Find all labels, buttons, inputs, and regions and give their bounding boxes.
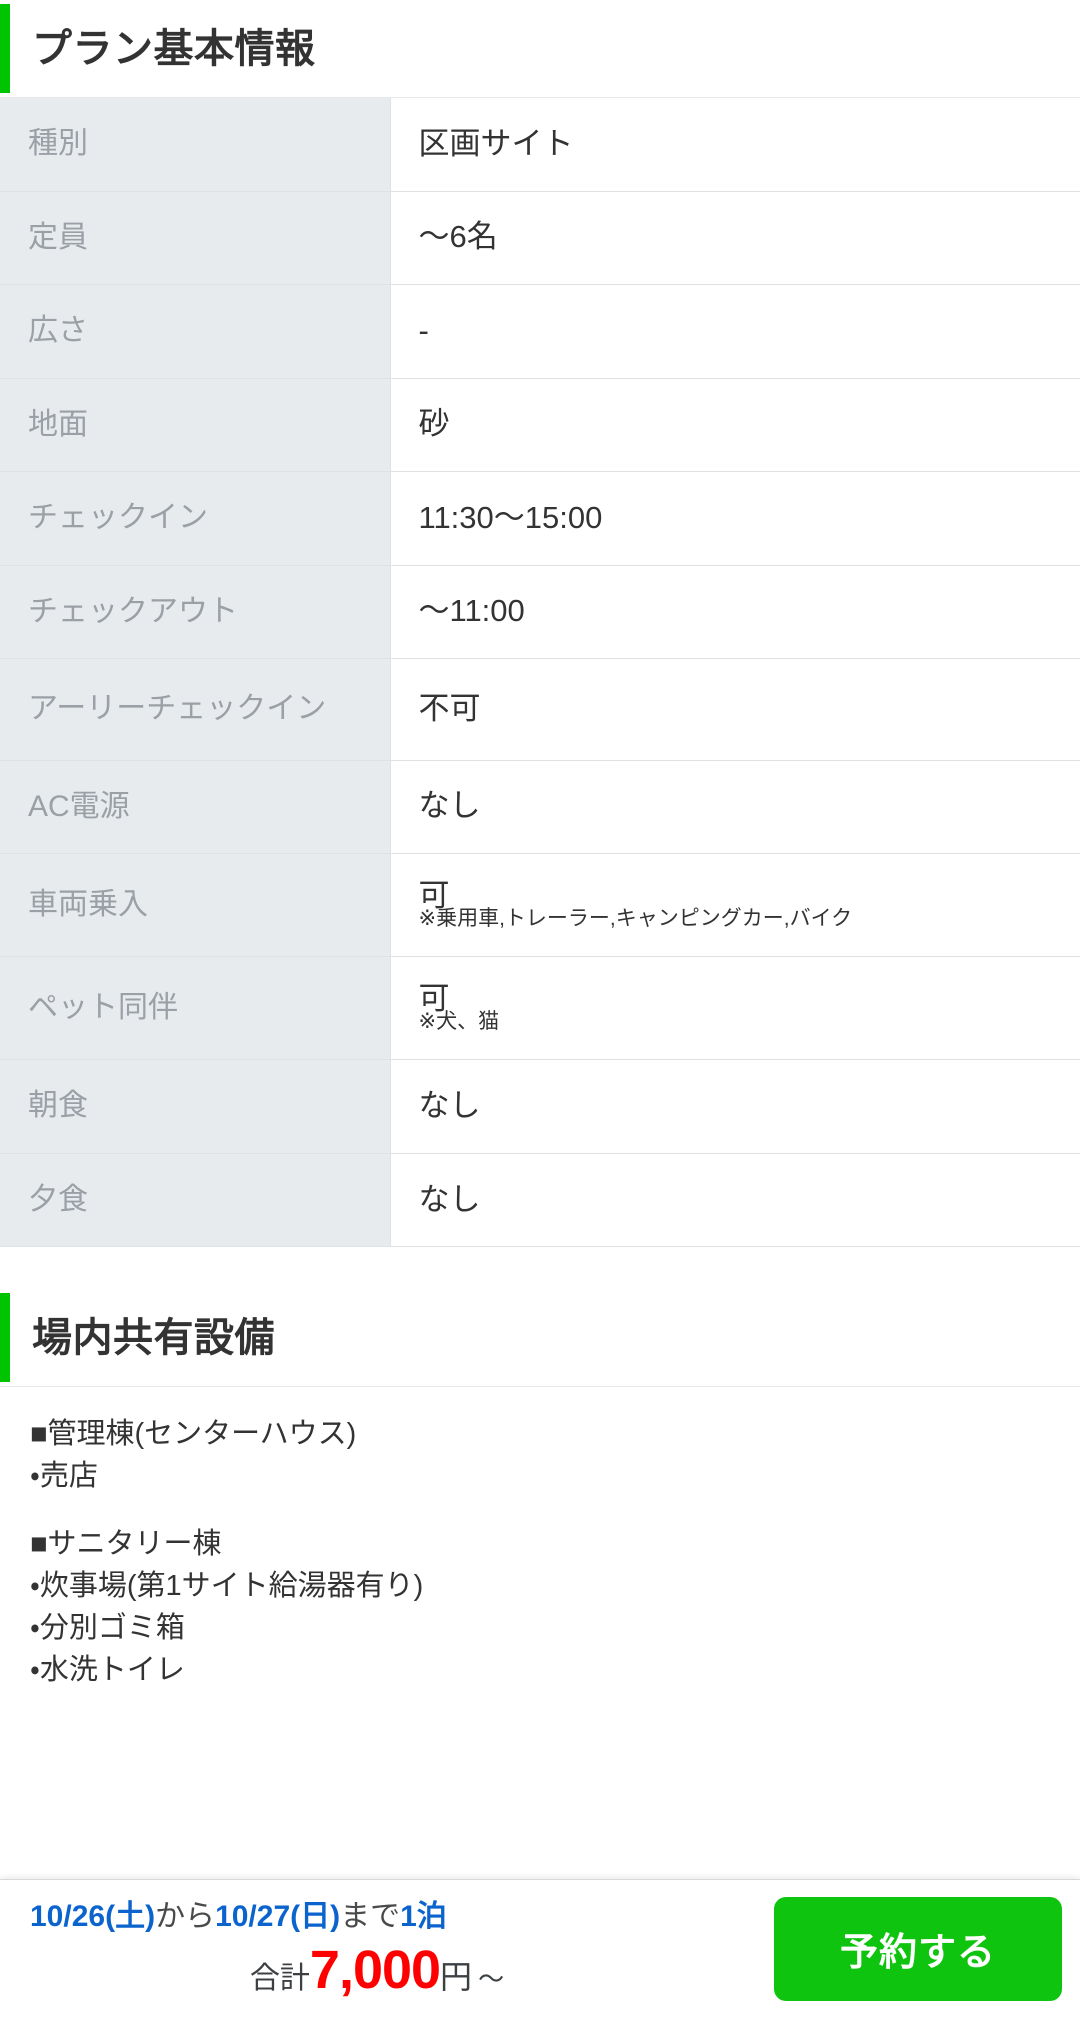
facility-group: ■サニタリー棟 ・炊事場(第1サイト給湯器有り) ・分別ゴミ箱 ・水洗トイレ <box>30 1523 1050 1691</box>
approx-symbol: 〜 <box>478 1964 505 1994</box>
reserve-button[interactable]: 予約する <box>774 1896 1062 2001</box>
vehicle-entry-note: ※乗用車,トレーラー,キャンピングカー,バイク <box>418 907 853 930</box>
list-item: ・分別ゴミ箱 <box>30 1612 185 1645</box>
spec-label-ac-power: AC電源 <box>0 760 391 854</box>
total-amount: 7,000 <box>309 1940 441 2000</box>
spec-value-size: - <box>390 284 1080 378</box>
spec-label-pets: ペット同伴 <box>0 956 391 1060</box>
spec-label-type: 種別 <box>0 98 391 191</box>
facility-group-title: ■サニタリー棟 <box>30 1528 222 1561</box>
spec-value-early-checkin: 不可 <box>390 658 1080 760</box>
facility-section-header: 場内共有設備 <box>0 1289 1080 1388</box>
plan-info-section-header: プラン基本情報 <box>0 0 1080 98</box>
table-row: 種別 区画サイト <box>0 98 1080 191</box>
table-row: 広さ - <box>0 284 1080 378</box>
table-row: 定員 〜6名 <box>0 191 1080 285</box>
total-label: 合計 <box>249 1962 310 1995</box>
spec-label-dinner: 夕食 <box>0 1153 391 1247</box>
list-item: ・売店 <box>30 1460 98 1493</box>
table-row: チェックアウト 〜11:00 <box>0 565 1080 659</box>
spec-value-dinner: なし <box>390 1153 1080 1247</box>
plan-info-heading: プラン基本情報 <box>32 26 316 71</box>
green-accent-bar <box>0 1293 10 1383</box>
total-price: 合計7,000円〜 <box>30 1943 764 1997</box>
spec-value-checkin: 11:30〜15:00 <box>390 471 1080 565</box>
list-item: ・水洗トイレ <box>30 1654 185 1687</box>
spec-value-ground: 砂 <box>390 378 1080 472</box>
checkin-date: 10/26(土) <box>30 1900 156 1933</box>
table-row: アーリーチェックイン 不可 <box>0 658 1080 760</box>
spec-value-checkout: 〜11:00 <box>390 565 1080 659</box>
spec-value-ac-power: なし <box>390 760 1080 854</box>
facility-list: ■管理棟(センターハウス) ・売店 ■サニタリー棟 ・炊事場(第1サイト給湯器有… <box>0 1387 1080 1691</box>
pets-note: ※犬、猫 <box>418 1010 500 1034</box>
spec-label-checkin: チェックイン <box>0 471 391 565</box>
section-divider-gap <box>0 1247 1080 1290</box>
facility-group-title: ■管理棟(センターハウス) <box>30 1418 357 1451</box>
facility-heading: 場内共有設備 <box>32 1315 275 1360</box>
table-row: AC電源 なし <box>0 760 1080 854</box>
spec-value-breakfast: なし <box>390 1059 1080 1154</box>
spec-value-pets: 可 ※犬、猫 <box>390 956 1080 1060</box>
green-accent-bar <box>0 4 10 93</box>
table-row: 地面 砂 <box>0 378 1080 472</box>
spec-label-size: 広さ <box>0 284 391 378</box>
spec-label-capacity: 定員 <box>0 191 391 285</box>
spec-label-ground: 地面 <box>0 378 391 472</box>
plan-detail-page: プラン基本情報 種別 区画サイト 定員 〜6名 広さ - 地面 砂 チェックイン… <box>0 0 1080 2017</box>
table-row: 夕食 なし <box>0 1153 1080 1247</box>
spec-label-breakfast: 朝食 <box>0 1059 391 1154</box>
booking-bar: 10/26(土)から10/27(日)まで1泊 合計7,000円〜 予約する <box>0 1879 1080 2017</box>
currency-unit: 円 <box>440 1959 473 1995</box>
booking-summary: 10/26(土)から10/27(日)まで1泊 合計7,000円〜 <box>0 1900 774 1997</box>
table-row: 朝食 なし <box>0 1059 1080 1154</box>
nights-count: 1泊 <box>400 1900 447 1933</box>
spec-value-vehicle-entry: 可 ※乗用車,トレーラー,キャンピングカー,バイク <box>390 853 1080 957</box>
plan-spec-table: 種別 区画サイト 定員 〜6名 広さ - 地面 砂 チェックイン 11:30〜1… <box>0 98 1080 1247</box>
checkout-date: 10/27(日) <box>215 1900 341 1933</box>
table-row: 車両乗入 可 ※乗用車,トレーラー,キャンピングカー,バイク <box>0 853 1080 957</box>
date-to-suffix: まで <box>340 1900 401 1933</box>
facility-group: ■管理棟(センターハウス) ・売店 <box>30 1413 1050 1497</box>
date-from-suffix: から <box>155 1900 216 1933</box>
spec-label-checkout: チェックアウト <box>0 565 391 659</box>
spec-label-early-checkin: アーリーチェックイン <box>0 658 391 760</box>
spec-label-vehicle-entry: 車両乗入 <box>0 853 391 957</box>
table-row: ペット同伴 可 ※犬、猫 <box>0 956 1080 1060</box>
stay-date-range: 10/26(土)から10/27(日)まで1泊 <box>30 1900 764 1933</box>
spec-value-type: 区画サイト <box>390 98 1080 191</box>
spec-value-capacity: 〜6名 <box>390 191 1080 285</box>
list-item: ・炊事場(第1サイト給湯器有り) <box>30 1570 424 1603</box>
table-row: チェックイン 11:30〜15:00 <box>0 471 1080 565</box>
